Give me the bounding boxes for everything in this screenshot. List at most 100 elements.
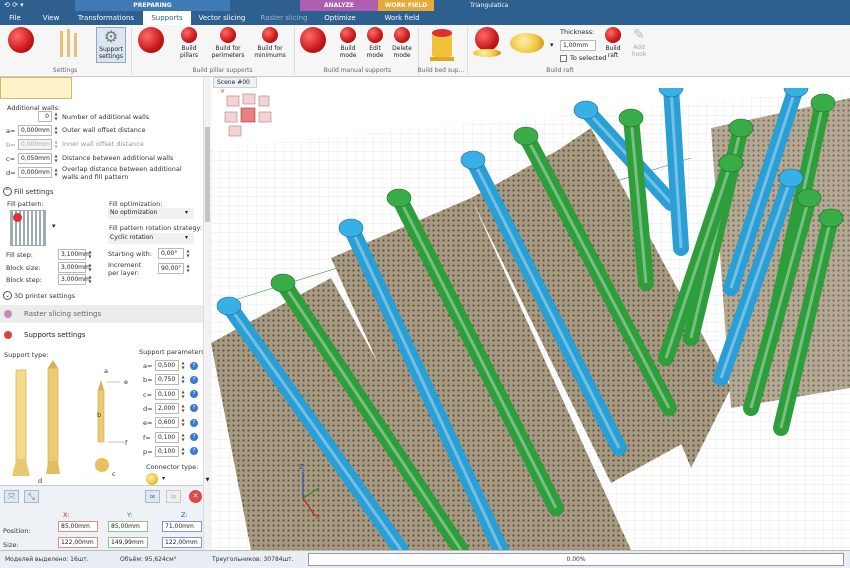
help-icon[interactable]: ? xyxy=(190,404,198,413)
raft-shape-button[interactable] xyxy=(510,27,550,53)
starting-with-input[interactable]: 0,00° xyxy=(158,248,184,259)
menu-optimize[interactable]: Optimize xyxy=(318,11,362,25)
raft-ball-button[interactable] xyxy=(472,27,502,57)
param-spinner[interactable]: ▲ ▼ xyxy=(180,374,186,385)
align-button-1[interactable]: ⤧ xyxy=(4,490,19,503)
scroll-thumb[interactable] xyxy=(205,127,210,222)
param-spinner[interactable]: ▲ ▼ xyxy=(180,389,186,400)
rotation-strategy-chevron-icon[interactable]: ▾ xyxy=(185,234,188,241)
menu-work-field[interactable]: Work field xyxy=(378,11,426,25)
increment-spinner[interactable]: ▲ ▼ xyxy=(185,263,191,274)
manual-ball-button[interactable] xyxy=(298,27,328,55)
size-z-input[interactable]: 122,00mm xyxy=(162,537,202,548)
build-raft-button[interactable]: Build raft xyxy=(600,27,626,59)
settings-ball-button[interactable] xyxy=(6,27,36,55)
size-x-input[interactable]: 122,00mm xyxy=(58,537,98,548)
fill-optimization-select[interactable]: No optimization xyxy=(108,208,194,219)
starting-with-spinner[interactable]: ▲ ▼ xyxy=(185,248,191,259)
param-spinner[interactable]: ▲ ▼ xyxy=(180,446,186,457)
printer-settings-header[interactable]: 3D printer settings xyxy=(14,292,75,300)
block-size-spinner[interactable]: ▲ ▼ xyxy=(87,262,93,273)
overlap-distance-spinner[interactable]: ▲ ▼ xyxy=(53,167,59,178)
raft-shape-dropdown-icon[interactable]: ▾ xyxy=(550,41,554,49)
position-z-input[interactable]: 71,00mm xyxy=(162,521,202,532)
position-y-input[interactable]: 85,00mm xyxy=(108,521,148,532)
link-button[interactable]: ∞ xyxy=(145,490,160,503)
number-walls-input[interactable]: 0 xyxy=(38,111,52,122)
menu-view[interactable]: View xyxy=(35,11,67,25)
param-spinner[interactable]: ▲ ▼ xyxy=(180,432,186,443)
menu-vector-slicing[interactable]: Vector slicing xyxy=(196,11,248,25)
build-bed-support-button[interactable] xyxy=(422,27,462,65)
param-spinner[interactable]: ▲ ▼ xyxy=(180,417,186,428)
param-input[interactable]: 2,000 xyxy=(155,402,179,414)
menu-transformations[interactable]: Transformations xyxy=(75,11,137,25)
scroll-down-icon[interactable]: ▼ xyxy=(204,477,211,483)
block-step-input[interactable]: 3,000mm xyxy=(58,274,90,285)
build-for-perimeters-button[interactable]: Build for perimeters xyxy=(208,27,248,59)
increment-input[interactable]: 90,00° xyxy=(158,263,184,274)
edit-mode-button[interactable]: Edit mode xyxy=(362,27,388,59)
help-icon[interactable]: ? xyxy=(190,375,198,384)
menu-file[interactable]: File xyxy=(0,11,30,25)
fill-optimization-chevron-icon[interactable]: ▾ xyxy=(185,209,188,216)
block-size-input[interactable]: 3,000mm xyxy=(58,262,90,273)
supports-settings-header[interactable]: Supports settings xyxy=(0,326,204,344)
pillar-ball-button[interactable] xyxy=(136,27,166,55)
unlink-button[interactable]: ∞ xyxy=(166,490,181,503)
position-x-input[interactable]: 85,00mm xyxy=(58,521,98,532)
view-cube[interactable] xyxy=(224,93,272,137)
menu-raster-slicing[interactable]: Raster slicing xyxy=(258,11,310,25)
scene-canvas[interactable] xyxy=(211,88,850,550)
build-pillars-button[interactable]: Build pillars xyxy=(172,27,206,59)
align-button-2[interactable]: ⤡ xyxy=(24,490,39,503)
param-input[interactable]: 0,100 xyxy=(155,431,179,443)
reset-button[interactable]: ✕ xyxy=(189,490,202,503)
outer-wall-spinner[interactable]: ▲ ▼ xyxy=(53,125,59,136)
number-walls-spinner[interactable]: ▲ ▼ xyxy=(53,111,59,122)
help-icon[interactable]: ? xyxy=(190,433,198,441)
fill-step-spinner[interactable]: ▲ ▼ xyxy=(87,249,93,260)
size-y-input[interactable]: 149,99mm xyxy=(108,537,148,548)
param-spinner[interactable]: ▲ ▼ xyxy=(180,360,186,371)
fill-settings-header[interactable]: Fill settings xyxy=(14,188,54,196)
scene-tab[interactable]: Scene #00 × xyxy=(213,77,257,95)
thickness-input[interactable]: 1,00mm xyxy=(560,40,596,51)
panel-scrollbar[interactable]: ▼ xyxy=(203,77,211,550)
param-spinner[interactable]: ▲ ▼ xyxy=(180,403,186,414)
overlap-distance-input[interactable]: 0,000mm xyxy=(18,167,52,178)
menu-supports[interactable]: Supports xyxy=(143,11,191,25)
connector-dropdown-icon[interactable]: ▾ xyxy=(162,475,165,482)
printer-settings-expand-icon[interactable]: ⌄ xyxy=(3,291,12,300)
param-input[interactable]: 0,100 xyxy=(155,445,179,457)
add-hook-button[interactable]: ✎ Add hook xyxy=(626,27,652,58)
help-icon[interactable]: ? xyxy=(190,418,198,427)
param-input[interactable]: 0,500 xyxy=(155,360,179,371)
fill-pattern-picker[interactable] xyxy=(10,210,46,246)
inner-wall-offset-input[interactable]: 0,000mm xyxy=(18,139,52,150)
raster-settings-header[interactable]: Raster slicing settings xyxy=(0,305,204,323)
help-icon[interactable]: ? xyxy=(190,447,198,456)
help-icon[interactable]: ? xyxy=(190,390,198,399)
delete-mode-button[interactable]: Delete mode xyxy=(388,27,416,59)
support-settings-button[interactable]: ⚙ Support settings xyxy=(96,27,126,63)
param-input[interactable]: 0,600 xyxy=(155,417,179,429)
fill-settings-collapse-icon[interactable]: ⌃ xyxy=(3,187,12,196)
connector-type-picker[interactable] xyxy=(146,473,158,485)
fill-step-input[interactable]: 3,100mm xyxy=(58,249,90,260)
rotation-strategy-select[interactable]: Cyclic rotation xyxy=(108,233,194,244)
to-selected-checkbox[interactable] xyxy=(560,55,567,62)
build-mode-button[interactable]: Build mode xyxy=(334,27,362,59)
param-input[interactable]: 0,750 xyxy=(155,374,179,386)
outer-wall-offset-input[interactable]: 0,000mm xyxy=(18,125,52,136)
build-for-minimums-button[interactable]: Build for minimums xyxy=(250,27,290,59)
help-icon[interactable]: ? xyxy=(190,361,198,370)
scene-viewport[interactable]: Scene #00 × Z X xyxy=(211,77,850,550)
inner-wall-spinner[interactable]: ▲ ▼ xyxy=(53,139,59,150)
wall-distance-input[interactable]: 0,050mm xyxy=(18,153,52,164)
wall-distance-spinner[interactable]: ▲ ▼ xyxy=(53,153,59,164)
quick-access-icons[interactable]: ⟲ ⟳ ▾ xyxy=(4,1,24,9)
fill-pattern-dropdown-icon[interactable]: ▾ xyxy=(52,222,56,230)
param-input[interactable]: 0,100 xyxy=(155,388,179,400)
pillar-types-button[interactable] xyxy=(52,27,82,63)
